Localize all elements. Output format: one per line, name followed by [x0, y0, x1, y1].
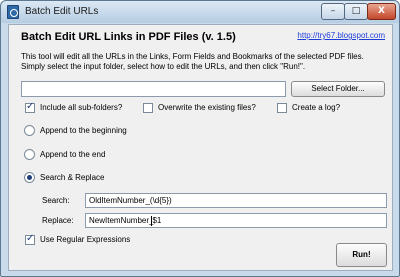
select-folder-button[interactable]: Select Folder...: [291, 81, 385, 97]
run-button[interactable]: Run!: [336, 243, 387, 267]
search-label: Search:: [42, 196, 70, 205]
main-panel: Batch Edit URL Links in PDF Files (v. 1.…: [8, 24, 393, 271]
append-end-label: Append to the end: [40, 150, 106, 159]
include-subfolders-label: Include all sub-folders?: [40, 103, 123, 112]
append-beginning-label: Append to the beginning: [40, 126, 127, 135]
folder-path-input[interactable]: [21, 81, 286, 97]
overwrite-files-checkbox[interactable]: [143, 103, 153, 113]
create-log-checkbox[interactable]: [277, 103, 287, 113]
app-icon: [7, 5, 19, 19]
search-replace-label: Search & Replace: [40, 173, 105, 182]
maximize-button[interactable]: □: [344, 3, 368, 20]
append-end-radio[interactable]: [24, 149, 35, 160]
page-title: Batch Edit URL Links in PDF Files (v. 1.…: [21, 31, 236, 43]
minimize-button[interactable]: –: [321, 3, 345, 20]
search-replace-radio[interactable]: [24, 172, 35, 183]
app-window: Batch Edit URLs – □ X Batch Edit URL Lin…: [0, 0, 400, 277]
website-link[interactable]: http://try67.blogspot.com: [297, 31, 385, 40]
overwrite-files-label: Overwrite the existing files?: [158, 103, 256, 112]
use-regex-label: Use Regular Expressions: [40, 235, 131, 244]
close-button[interactable]: X: [367, 3, 396, 20]
description-line-2: Simply select the input folder, select h…: [21, 62, 306, 71]
title-bar[interactable]: Batch Edit URLs – □ X: [1, 1, 399, 23]
append-beginning-radio[interactable]: [24, 125, 35, 136]
include-subfolders-checkbox[interactable]: [25, 101, 35, 113]
replace-label: Replace:: [42, 216, 74, 225]
replace-text-before-caret: NewItemNumber_: [89, 216, 154, 225]
description: This tool will edit all the URLs in the …: [21, 52, 391, 72]
create-log-label: Create a log?: [292, 103, 341, 112]
description-line-1: This tool will edit all the URLs in the …: [21, 52, 364, 61]
window-title: Batch Edit URLs: [25, 6, 99, 17]
search-input[interactable]: OldItemNumber_(\d{5}): [85, 193, 387, 208]
replace-text-after-caret: $1: [152, 216, 162, 225]
use-regex-checkbox[interactable]: [25, 233, 35, 245]
replace-input[interactable]: NewItemNumber_$1: [85, 213, 387, 228]
